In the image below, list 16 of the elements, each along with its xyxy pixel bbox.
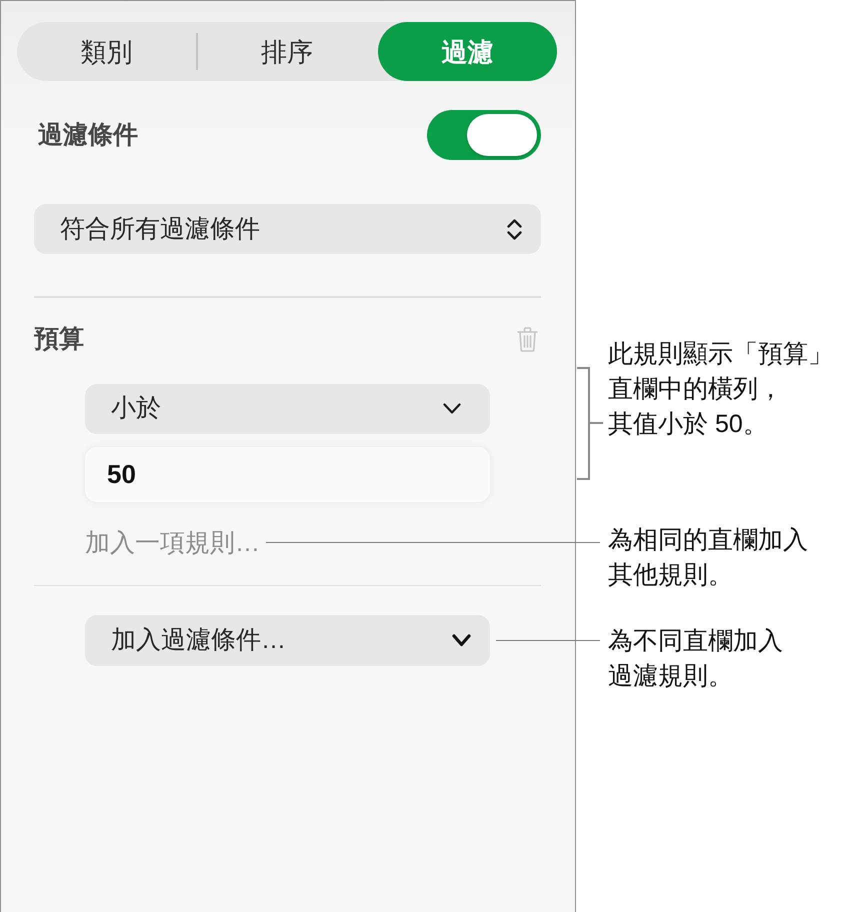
value-field[interactable]: 50: [85, 446, 490, 502]
filters-label: 過濾條件: [38, 122, 138, 148]
tab[interactable]: 過濾: [378, 22, 558, 81]
match-dropdown[interactable]: 符合所有過濾條件: [34, 204, 541, 254]
callout-text: 為不同直欄加入過濾規則。: [608, 626, 784, 692]
column-label: 預算: [34, 327, 84, 352]
tab[interactable]: 類別: [17, 22, 196, 81]
callout-text: 為相同的直欄加入其他規則。: [608, 525, 809, 591]
tab[interactable]: 排序: [198, 22, 376, 81]
chevron-down-icon: [452, 634, 471, 647]
operator-dropdown[interactable]: 小於: [85, 384, 490, 434]
callout-text: 此規則顯示「預算」直欄中的橫列，其值小於 50。: [608, 339, 834, 440]
filter-toggle[interactable]: [427, 110, 541, 160]
add-filter-dropdown[interactable]: 加入過濾條件…: [85, 615, 490, 666]
chevron-up-down-icon: [506, 218, 523, 240]
chevron-down-icon: [443, 403, 461, 414]
